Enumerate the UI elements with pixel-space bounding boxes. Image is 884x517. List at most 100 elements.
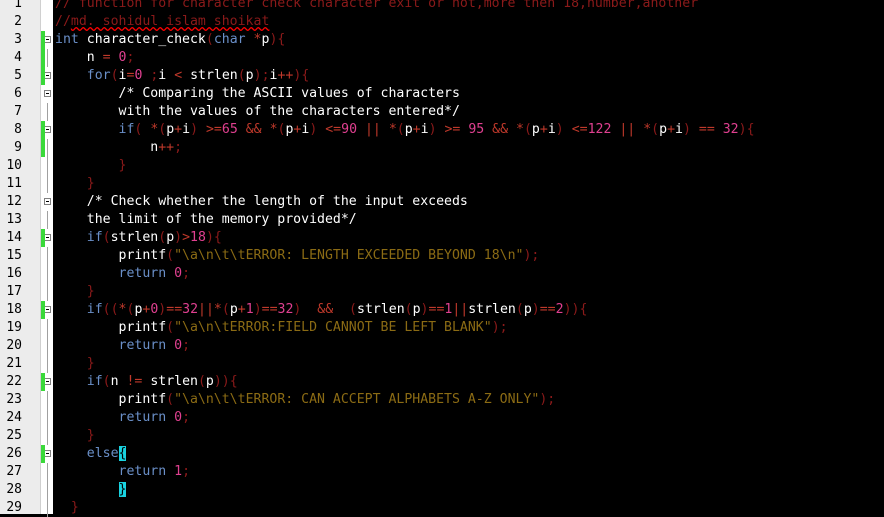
code-line[interactable]: 17 }: [0, 283, 884, 301]
fold-toggle-icon[interactable]: [44, 198, 51, 205]
fold-toggle-icon[interactable]: [44, 90, 51, 97]
fold-toggle-icon[interactable]: [44, 36, 51, 43]
line-number: 26: [6, 446, 22, 461]
code-text[interactable]: /* Comparing the ASCII values of charact…: [55, 85, 460, 103]
code-token: p: [229, 302, 238, 317]
line-number: 3: [14, 32, 22, 47]
code-text[interactable]: if( *(p+i) >=65 && *(p+i) <=90 || *(p+i)…: [55, 121, 755, 139]
code-line[interactable]: 21 }: [0, 355, 884, 373]
code-line[interactable]: 8 if( *(p+i) >=65 && *(p+i) <=90 || *(p+…: [0, 121, 884, 139]
code-token: n: [55, 50, 103, 65]
code-token: &&: [492, 122, 509, 137]
code-line[interactable]: 14 if(strlen(p)>18){: [0, 229, 884, 247]
code-line[interactable]: 26 else{: [0, 445, 884, 463]
code-text[interactable]: return 1;: [55, 463, 191, 481]
code-text[interactable]: return 0;: [55, 409, 191, 427]
line-number: 4: [14, 50, 22, 65]
line-number: 9: [14, 140, 22, 155]
code-line[interactable]: 20 return 0;: [0, 337, 884, 355]
code-line[interactable]: 24 return 0;: [0, 409, 884, 427]
code-text[interactable]: printf("\a\n\tERROR:FIELD CANNOT BE LEFT…: [55, 319, 508, 337]
code-token: 1: [245, 302, 254, 317]
code-text[interactable]: n++;: [55, 139, 182, 157]
code-text[interactable]: n = 0;: [55, 49, 135, 67]
code-text[interactable]: }: [55, 499, 79, 517]
code-token: {: [277, 32, 286, 47]
code-line[interactable]: 15 printf("\a\n\t\tERROR: LENGTH EXCEEDE…: [0, 247, 884, 265]
code-token: (: [396, 122, 405, 137]
code-text[interactable]: printf("\a\n\t\tERROR: CAN ACCEPT ALPHAB…: [55, 391, 556, 409]
code-line[interactable]: 19 printf("\a\n\tERROR:FIELD CANNOT BE L…: [0, 319, 884, 337]
code-text[interactable]: int character_check(char *p){: [55, 31, 285, 49]
code-token: (: [523, 122, 532, 137]
code-line[interactable]: 7 with the values of the characters ente…: [0, 103, 884, 121]
code-token: }: [86, 428, 95, 443]
code-text[interactable]: if(n != strlen(p)){: [55, 373, 238, 391]
code-text[interactable]: /* Check whether the length of the input…: [55, 193, 468, 211]
code-line[interactable]: 5 for(i=0 ;i < strlen(p);i++){: [0, 67, 884, 85]
code-token: ): [682, 122, 691, 137]
code-line[interactable]: 3 int character_check(char *p){: [0, 31, 884, 49]
fold-toggle-icon[interactable]: [44, 126, 51, 133]
code-line[interactable]: 9 n++;: [0, 139, 884, 157]
code-line[interactable]: 13 the limit of the memory provided*/: [0, 211, 884, 229]
fold-guide-line: [47, 337, 48, 355]
code-text[interactable]: printf("\a\n\t\tERROR: LENGTH EXCEEDED B…: [55, 247, 540, 265]
code-editor[interactable]: 1 // function for character check charact…: [0, 0, 884, 517]
code-token: for: [55, 68, 111, 83]
line-number: 18: [6, 302, 22, 317]
code-line[interactable]: 10 }: [0, 157, 884, 175]
code-token: printf: [55, 320, 167, 335]
code-line[interactable]: 4 n = 0;: [0, 49, 884, 67]
code-text[interactable]: }: [55, 427, 95, 445]
code-token: n: [55, 140, 159, 155]
fold-toggle-icon[interactable]: [44, 72, 51, 79]
code-line[interactable]: 23 printf("\a\n\t\tERROR: CAN ACCEPT ALP…: [0, 391, 884, 409]
code-text[interactable]: }: [55, 175, 95, 193]
code-line[interactable]: 28 }: [0, 481, 884, 499]
fold-toggle-icon[interactable]: [44, 450, 51, 457]
code-line[interactable]: 6 /* Comparing the ASCII values of chara…: [0, 85, 884, 103]
code-line[interactable]: 1 // function for character check charact…: [0, 0, 884, 13]
code-text[interactable]: return 0;: [55, 265, 191, 283]
code-text[interactable]: for(i=0 ;i < strlen(p);i++){: [55, 67, 310, 85]
code-token: i: [158, 68, 175, 83]
code-line[interactable]: 25 }: [0, 427, 884, 445]
code-text[interactable]: }: [55, 481, 127, 499]
code-text[interactable]: if((*(p+0)==32||*(p+1)==32) && (strlen(p…: [55, 301, 588, 319]
code-text[interactable]: the limit of the memory provided*/: [55, 211, 357, 229]
code-token: (: [205, 32, 214, 47]
code-text[interactable]: if(strlen(p)>18){: [55, 229, 222, 247]
code-line[interactable]: 16 return 0;: [0, 265, 884, 283]
code-line[interactable]: 11 }: [0, 175, 884, 193]
fold-toggle-icon[interactable]: [44, 234, 51, 241]
code-token: ): [420, 302, 429, 317]
code-line[interactable]: 12 /* Check whether the length of the in…: [0, 193, 884, 211]
code-line[interactable]: 18 if((*(p+0)==32||*(p+1)==32) && (strle…: [0, 301, 884, 319]
code-text[interactable]: }: [55, 157, 127, 175]
code-token: ;: [261, 68, 270, 83]
code-token: printf: [55, 248, 167, 263]
code-line[interactable]: 2 //md. sohidul islam shoikat: [0, 13, 884, 31]
code-text[interactable]: }: [55, 355, 95, 373]
fold-toggle-icon[interactable]: [44, 378, 51, 385]
code-text[interactable]: return 0;: [55, 337, 191, 355]
change-marker: [41, 121, 45, 139]
code-line[interactable]: 22 if(n != strlen(p)){: [0, 373, 884, 391]
fold-guide-line: [47, 211, 48, 229]
code-token: *: [643, 122, 652, 137]
code-text[interactable]: with the values of the characters entere…: [55, 103, 460, 121]
fold-toggle-icon[interactable]: [44, 306, 51, 313]
code-line[interactable]: 27 return 1;: [0, 463, 884, 481]
code-text[interactable]: // function for character check characte…: [55, 0, 698, 13]
code-token: strlen: [142, 374, 198, 389]
code-text[interactable]: }: [55, 283, 95, 301]
code-line[interactable]: 29 }: [0, 499, 884, 517]
code-token: (: [102, 230, 111, 245]
line-number: 17: [6, 284, 22, 299]
code-text[interactable]: else{: [55, 445, 127, 463]
code-text[interactable]: //md. sohidul islam shoikat: [55, 13, 269, 31]
